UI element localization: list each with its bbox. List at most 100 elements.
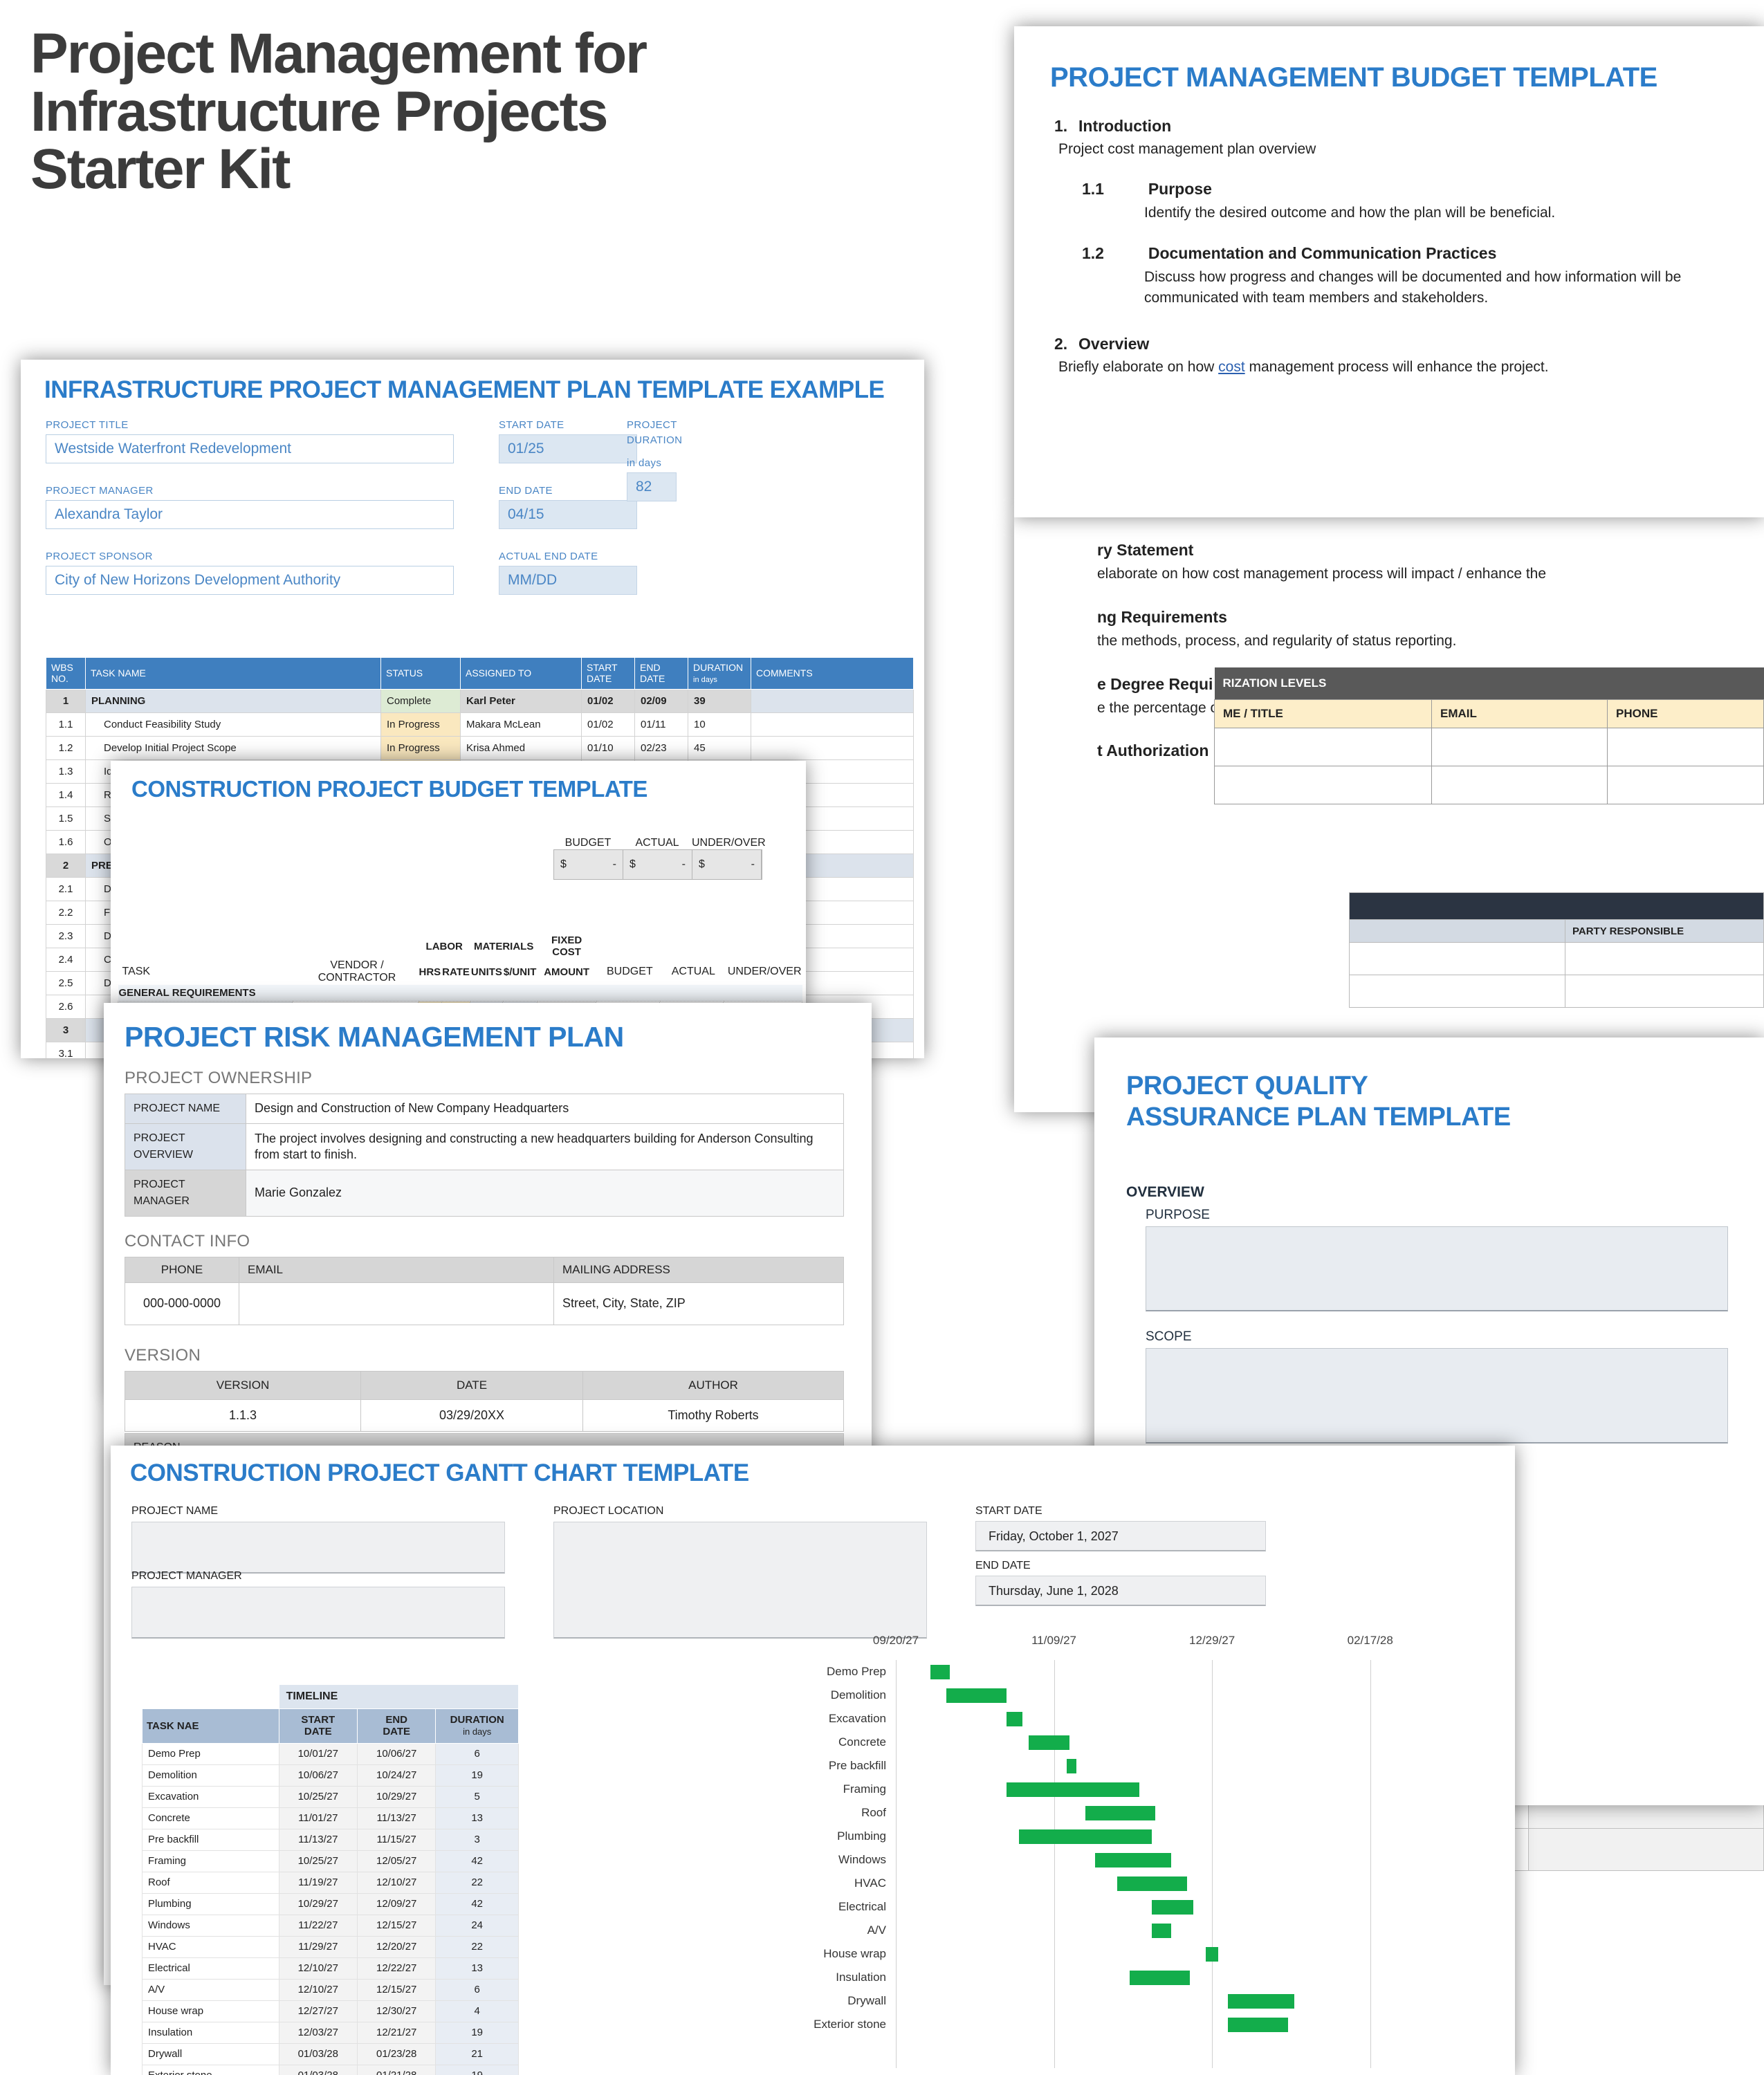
gantt-lane: Roof — [861, 1802, 1480, 1823]
section-body-introduction: Project cost management plan overview — [1058, 141, 1316, 157]
gantt-lane: Plumbing — [837, 1826, 1480, 1847]
start-date-label: START DATE — [499, 419, 564, 431]
project-duration-input[interactable]: 82 — [627, 472, 677, 501]
construction-budget-title: CONSTRUCTION PROJECT BUDGET TEMPLATE — [131, 776, 647, 802]
table-row[interactable]: Electrical 12/10/27 12/22/27 13 — [142, 1957, 519, 1980]
table-row[interactable]: HVAC 11/29/27 12/20/27 22 — [142, 1935, 519, 1958]
gantt-task-name: Roof — [142, 1871, 279, 1894]
gantt-bar[interactable] — [1152, 1924, 1171, 1938]
gantt-bar[interactable] — [1228, 1994, 1294, 2009]
row-value-project-manager[interactable]: Marie Gonzalez — [246, 1170, 844, 1217]
actual-end-date-input[interactable]: MM/DD — [499, 566, 637, 595]
start-date-input[interactable]: 01/25 — [499, 434, 637, 463]
gantt-lane: Insulation — [836, 1967, 1480, 1988]
table-row[interactable]: Demolition 10/06/27 10/24/27 19 — [142, 1764, 519, 1787]
section-head-introduction: Introduction — [1078, 117, 1172, 135]
gantt-bar[interactable] — [1206, 1947, 1219, 1962]
contact-address-value[interactable]: Street, City, State, ZIP — [553, 1282, 844, 1325]
table-row[interactable]: 1 PLANNING Complete Karl Peter 01/02 02/09 39 — [46, 688, 914, 713]
budget-template-continuation-card: ry Statement elaborate on how cost manag… — [1014, 517, 1764, 1112]
gantt-project-location-label: PROJECT LOCATION — [553, 1505, 664, 1517]
gantt-project-manager-input[interactable] — [131, 1587, 505, 1639]
gantt-bar[interactable] — [1152, 1900, 1193, 1915]
project-manager-input[interactable]: Alexandra Taylor — [46, 500, 454, 529]
contact-phone-value[interactable]: 000-000-0000 — [125, 1282, 239, 1325]
project-sponsor-input[interactable]: City of New Horizons Development Authori… — [46, 566, 454, 595]
gantt-bar[interactable] — [930, 1665, 950, 1679]
gantt-lane-label: House wrap — [823, 1947, 886, 1960]
version-col-date: DATE — [360, 1371, 583, 1400]
qa-purpose-input[interactable] — [1146, 1226, 1728, 1311]
gantt-task-duration: 19 — [435, 2064, 519, 2075]
table-row[interactable]: Framing 10/25/27 12/05/27 42 — [142, 1850, 519, 1872]
axis-tick-label: 02/17/28 — [1347, 1634, 1393, 1647]
budget-template-title: PROJECT MANAGEMENT BUDGET TEMPLATE — [1050, 62, 1657, 93]
gantt-bar[interactable] — [1007, 1782, 1139, 1797]
table-row[interactable] — [1349, 975, 1764, 1008]
page-title: Project Management for Infrastructure Pr… — [30, 25, 985, 199]
gantt-bar[interactable] — [1095, 1853, 1171, 1868]
wbs-col-duration: DURATION in days — [688, 657, 751, 690]
gantt-task-end: 01/23/28 — [356, 2042, 437, 2065]
budget-column-header-row: TASK VENDOR / CONTRACTOR HRS RATE UNITS … — [118, 959, 802, 985]
gantt-start-date-input[interactable]: Friday, October 1, 2027 — [975, 1521, 1266, 1551]
page-title-line-1: Project Management for — [30, 22, 647, 85]
gantt-task-name: Electrical — [142, 1957, 279, 1980]
table-row[interactable] — [1214, 728, 1764, 766]
table-row[interactable]: Plumbing 10/29/27 12/09/27 42 — [142, 1892, 519, 1915]
row-value-project-overview[interactable]: The project involves designing and const… — [246, 1123, 844, 1170]
gantt-bar[interactable] — [1066, 1759, 1076, 1773]
qa-title-line-2: ASSURANCE PLAN TEMPLATE — [1126, 1102, 1511, 1132]
table-row[interactable]: Insulation 12/03/27 12/21/27 19 — [142, 2021, 519, 2044]
gantt-bar[interactable] — [1228, 2018, 1288, 2032]
project-sponsor-label: PROJECT SPONSOR — [46, 551, 153, 562]
gantt-lane: HVAC — [854, 1873, 1480, 1894]
group-materials: MATERIALS — [473, 940, 534, 952]
gantt-bar[interactable] — [1117, 1876, 1187, 1891]
table-row[interactable]: Roof 11/19/27 12/10/27 22 — [142, 1871, 519, 1894]
table-row[interactable] — [1214, 766, 1764, 804]
wbs-col-status: STATUS — [380, 657, 461, 690]
gantt-bar[interactable] — [1019, 1829, 1152, 1844]
gantt-project-name-label: PROJECT NAME — [131, 1505, 219, 1517]
gantt-bar[interactable] — [1130, 1971, 1191, 1985]
end-date-input[interactable]: 04/15 — [499, 500, 637, 529]
table-row[interactable]: Drywall 01/03/28 01/23/28 21 — [142, 2042, 519, 2065]
page-title-line-3: Starter Kit — [30, 138, 291, 201]
version-date-value[interactable]: 03/29/20XX — [360, 1399, 583, 1432]
contact-email-value[interactable] — [239, 1282, 554, 1325]
cost-link[interactable]: cost — [1218, 359, 1245, 375]
gantt-end-date-input[interactable]: Thursday, June 1, 2028 — [975, 1576, 1266, 1606]
table-row[interactable]: 1.2 Develop Initial Project Scope In Progr… — [46, 735, 914, 760]
table-row[interactable]: Exterior stone01/03/2801/21/2819 — [142, 2064, 519, 2075]
project-title-input[interactable]: Westside Waterfront Redevelopment — [46, 434, 454, 463]
table-row[interactable]: Concrete 11/01/27 11/13/27 13 — [142, 1807, 519, 1829]
gantt-bar[interactable] — [946, 1688, 1007, 1703]
row-value-project-name[interactable]: Design and Construction of New Company H… — [246, 1094, 844, 1124]
gantt-lane-label: Excavation — [828, 1712, 886, 1725]
table-row[interactable]: Demo Prep 10/01/27 10/06/27 6 — [142, 1742, 519, 1765]
section-number-2: 2. — [1054, 334, 1068, 353]
gantt-bar[interactable] — [1029, 1735, 1070, 1750]
gantt-task-name: Exterior stone — [142, 2064, 279, 2075]
gantt-lane: Electrical — [838, 1897, 1480, 1917]
version-author-value[interactable]: Timothy Roberts — [582, 1399, 844, 1432]
table-row[interactable]: Pre backfill 11/13/27 11/15/27 3 — [142, 1828, 519, 1851]
gantt-bar[interactable] — [1007, 1712, 1022, 1726]
table-row[interactable]: Excavation 10/25/27 10/29/27 5 — [142, 1785, 519, 1808]
wbs-col-no: WBS NO. — [46, 657, 86, 690]
actual-end-date-label: ACTUAL END DATE — [499, 551, 598, 562]
gantt-bar[interactable] — [1085, 1806, 1155, 1820]
page-title-line-2: Infrastructure Projects — [30, 80, 609, 143]
gantt-project-name-input[interactable] — [131, 1522, 505, 1574]
table-row[interactable]: House wrap 12/27/27 12/30/27 4 — [142, 2000, 519, 2022]
table-row[interactable]: A/V 12/10/27 12/15/27 6 — [142, 1978, 519, 2001]
qa-scope-input[interactable] — [1146, 1347, 1728, 1444]
gantt-task-start: 10/06/27 — [278, 1764, 358, 1787]
wbs-col-start: START DATE — [581, 657, 635, 690]
table-row[interactable]: 1.1 Conduct Feasibility Study In Progress M… — [46, 712, 914, 737]
gantt-col-start: START DATE — [278, 1708, 358, 1744]
version-value[interactable]: 1.1.3 — [125, 1399, 361, 1432]
table-row[interactable]: Windows 11/22/27 12/15/27 24 — [142, 1914, 519, 1937]
table-row[interactable] — [1349, 942, 1764, 975]
